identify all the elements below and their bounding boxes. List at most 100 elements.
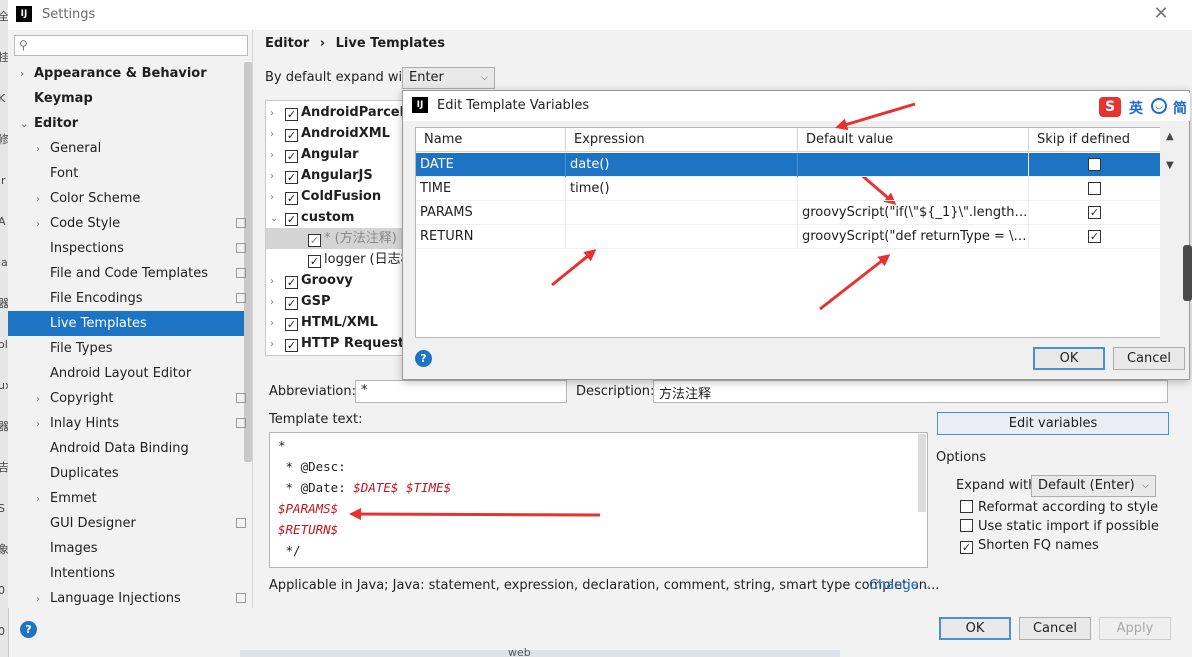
template-group-angularjs[interactable]: › ✓ AngularJS [266,165,412,186]
skip-if-defined-checkbox[interactable] [1088,158,1101,171]
column-header-skip-if-defined[interactable]: Skip if defined [1029,128,1160,152]
skip-if-defined-checkbox[interactable]: ✓ [1088,230,1101,243]
sidebar-item-android-layout-editor[interactable]: Android Layout Editor [8,361,244,386]
template-group-androidparcelable[interactable]: ›✓AndroidParcelable [266,102,412,124]
change-contexts-link[interactable]: Change ⌵ [869,578,930,593]
sogou-ime-icon[interactable]: S [1099,97,1121,117]
template-group-groovy[interactable]: › ✓ Groovy [266,270,412,292]
help-icon[interactable]: ? [20,621,37,638]
cell-expression[interactable] [566,201,798,225]
cell-name[interactable]: PARAMS [416,201,566,225]
checkbox[interactable]: ✓ [285,297,298,310]
template-group-html-xml[interactable]: › ✓ HTML/XML [266,312,412,334]
checkbox[interactable]: ✓ [285,276,298,289]
checkbox[interactable]: ✓ [285,129,298,142]
template-text-scrollbar[interactable] [918,434,926,512]
sidebar-item-copyright[interactable]: › Copyright [8,386,246,411]
emoji-icon[interactable]: ◡ [1151,98,1167,114]
cell-default[interactable] [798,177,1029,201]
apply-button[interactable]: Apply [1099,617,1171,640]
checkbox[interactable] [960,500,973,513]
sidebar-item-keymap[interactable]: Keymap [8,86,244,111]
checkbox[interactable]: ✓ [308,255,321,268]
checkbox[interactable]: ✓ [960,541,973,554]
chevron-icon[interactable]: › [270,271,285,292]
column-header-name[interactable]: Name [416,128,566,152]
column-header-expression[interactable]: Expression [566,128,798,152]
edge-scroll-handle[interactable] [1183,245,1192,301]
dialog-ok-button[interactable]: OK [1033,347,1105,370]
template-group-coldfusion[interactable]: › ✓ ColdFusion [266,186,412,208]
help-icon[interactable]: ? [415,350,432,367]
sidebar-item-appearance-behavior[interactable]: › Appearance & Behavior [8,61,244,86]
column-header-default-value[interactable]: Default value [798,128,1029,152]
sidebar-item-live-templates[interactable]: Live Templates [8,311,244,336]
dialog-cancel-button[interactable]: Cancel [1113,347,1185,370]
expand-with-select[interactable]: Default (Enter) ⌵ [1031,475,1156,497]
close-icon[interactable]: ✕ [1150,3,1172,25]
sidebar-item-duplicates[interactable]: Duplicates [8,461,244,486]
move-down-icon[interactable]: ▼ [1166,160,1174,171]
sidebar-item-images[interactable]: Images [8,536,244,561]
sidebar-item-font[interactable]: Font [8,161,244,186]
cancel-button[interactable]: Cancel [1019,617,1091,640]
ime-language-toggle[interactable]: 英 [1129,98,1143,118]
sidebar-item-inspections[interactable]: Inspections [8,236,246,261]
sidebar-item-color-scheme[interactable]: › Color Scheme [8,186,244,211]
checkbox[interactable] [960,519,973,532]
template-group-androidxml[interactable]: › ✓ AndroidXML [266,123,412,145]
sidebar-item-editor[interactable]: ⌄ Editor [8,111,244,136]
template-group-http-request[interactable]: › ✓ HTTP Request [266,333,412,354]
checkbox[interactable]: ✓ [285,213,298,226]
sidebar-item-gui-designer[interactable]: GUI Designer [8,511,246,536]
variable-row-time[interactable]: TIME time() [416,177,1160,201]
sidebar-item-code-style[interactable]: › Code Style [8,211,246,236]
sidebar-item-file-types[interactable]: File Types [8,336,244,361]
checkbox[interactable]: ✓ [285,171,298,184]
variable-row-params[interactable]: PARAMS groovyScript("if(\"${_1}\".length(… [416,201,1160,225]
cell-default[interactable]: groovyScript("def returnType = \"${_... [798,225,1029,249]
template-group-logger[interactable]: ✓ logger (日志模 [304,249,412,270]
edit-variables-button[interactable]: Edit variables [937,412,1169,435]
breadcrumb-parent[interactable]: Editor [265,36,309,51]
checkbox[interactable]: ✓ [285,339,298,352]
chevron-icon[interactable]: › [270,187,285,208]
cell-expression[interactable] [566,225,798,249]
variable-row-return[interactable]: RETURN groovyScript("def returnType = \"$… [416,225,1160,249]
sidebar-item-emmet[interactable]: › Emmet [8,486,244,511]
description-input[interactable]: 方法注释 [653,380,1168,403]
ime-simplified-toggle[interactable]: 简 [1173,98,1187,118]
sidebar-item-intentions[interactable]: Intentions [8,561,244,586]
template-group-gsp[interactable]: › ✓ GSP [266,291,412,313]
cell-name[interactable]: TIME [416,177,566,201]
sidebar-item-general[interactable]: › General [8,136,244,161]
sidebar-item-inlay-hints[interactable]: › Inlay Hints [8,411,246,436]
chevron-icon[interactable]: › [270,145,285,166]
chevron-icon[interactable]: › [270,292,285,313]
chevron-icon[interactable]: › [270,124,285,145]
option-shorten-fq-names[interactable]: ✓ Shorten FQ names [960,536,1099,555]
template-group-custom[interactable]: ⌄ ✓ custom [266,207,412,229]
template-group-item[interactable]: ✓ * (方法注释) [266,228,412,249]
sidebar-item-file-encodings[interactable]: File Encodings [8,286,246,311]
chevron-icon[interactable]: › [270,313,285,334]
variable-row-date[interactable]: DATE date() [416,153,1160,177]
cell-default[interactable] [798,153,1029,177]
checkbox[interactable]: ✓ [285,192,298,205]
option-use-static-import-if-possible[interactable]: Use static import if possible [960,517,1159,536]
cell-expression[interactable]: date() [566,153,798,177]
checkbox[interactable]: ✓ [285,108,298,121]
skip-if-defined-checkbox[interactable]: ✓ [1088,206,1101,219]
default-expand-select[interactable]: Enter ⌵ [402,67,495,89]
template-text-editor[interactable]: * * @Desc: * @Date: $DATE$ $TIME$ $PARAMS… [269,432,928,568]
ok-button[interactable]: OK [939,617,1011,640]
cell-name[interactable]: RETURN [416,225,566,249]
skip-if-defined-checkbox[interactable] [1088,182,1101,195]
sidebar-item-android-data-binding[interactable]: Android Data Binding [8,436,244,461]
chevron-icon[interactable]: › [270,103,285,124]
template-group-angular[interactable]: › ✓ Angular [266,144,412,166]
chevron-icon[interactable]: ⌄ [270,208,285,229]
cell-name[interactable]: DATE [416,153,566,177]
checkbox[interactable]: ✓ [285,318,298,331]
abbreviation-input[interactable]: * [355,380,567,403]
